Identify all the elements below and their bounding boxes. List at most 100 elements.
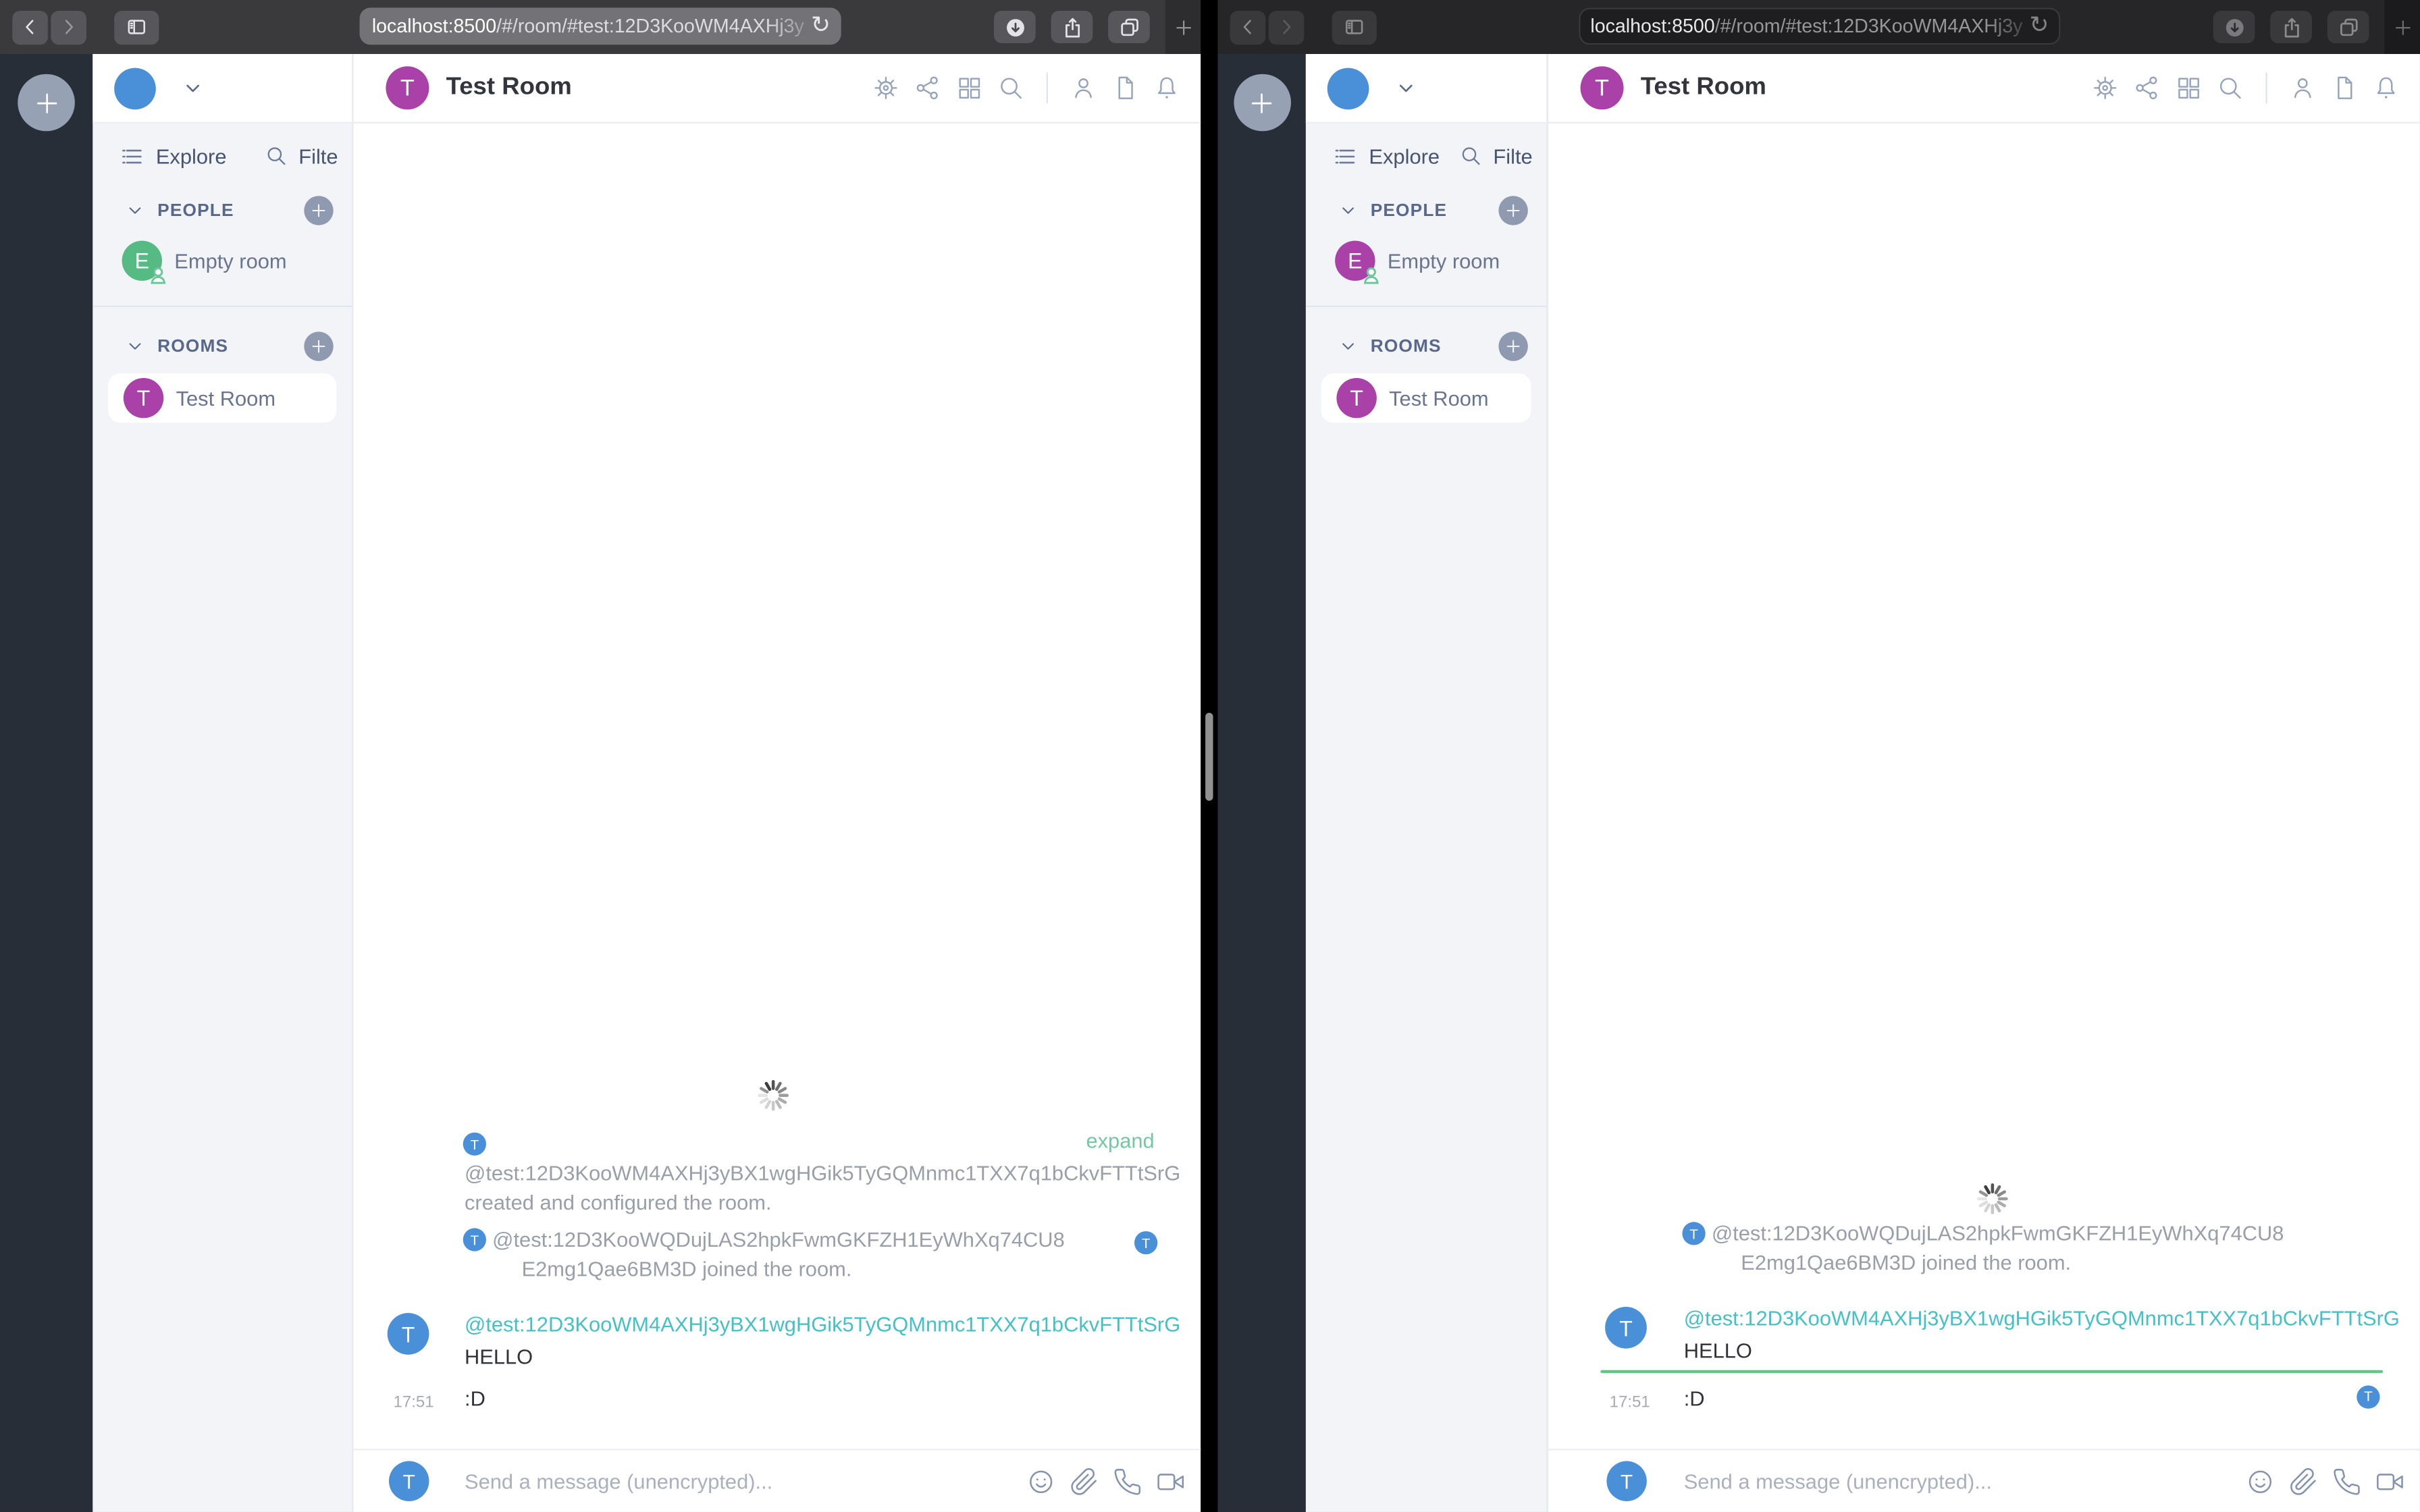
share-icon: [1064, 17, 1079, 37]
notifications-bell-icon[interactable]: [2372, 74, 2400, 102]
read-receipt-avatar[interactable]: T: [1134, 1231, 1158, 1255]
section-rooms[interactable]: ROOMS: [1306, 331, 1547, 361]
emoji-smiley-icon[interactable]: [1026, 1467, 1055, 1496]
chevron-down-icon[interactable]: [182, 77, 204, 99]
new-tab-button[interactable]: [1165, 0, 1201, 54]
filter-field[interactable]: Filte: [298, 144, 338, 167]
members-person-icon[interactable]: [2289, 74, 2317, 102]
join-event-text: @test:12D3KooWQDujLAS2hpkFwmGKFZH1EyWhXq…: [1712, 1219, 2284, 1278]
tab-overview-button[interactable]: [1108, 10, 1150, 43]
chevron-down-icon[interactable]: [126, 338, 143, 355]
explore-icon[interactable]: [1332, 142, 1359, 169]
explore-button[interactable]: Explore: [1369, 144, 1440, 167]
settings-gear-icon[interactable]: [872, 74, 899, 102]
element-app: Explore Filte PEOPLE E Empty room ROOMS …: [1217, 53, 2420, 1512]
sender-name[interactable]: @test:12D3KooWM4AXHj3yBX1wgHGik5TyGQMnmc…: [465, 1310, 1201, 1341]
sender-name[interactable]: @test:12D3KooWM4AXHj3yBX1wgHGik5TyGQMnmc…: [1684, 1303, 2420, 1334]
sidebar-toggle-button[interactable]: [1332, 9, 1377, 45]
filter-field[interactable]: Filte: [1493, 144, 1532, 167]
emoji-smiley-icon[interactable]: [2246, 1467, 2275, 1496]
room-list-item-test-room[interactable]: T Test Room: [1321, 373, 1531, 423]
scrollbar-thumb[interactable]: [1205, 712, 1213, 801]
room-avatar[interactable]: T: [1580, 66, 1624, 110]
message-composer[interactable]: T Send a message (unencrypted)...: [353, 1449, 1201, 1512]
back-button[interactable]: [1230, 9, 1266, 45]
event-avatar[interactable]: T: [1682, 1222, 1706, 1245]
files-document-icon[interactable]: [2330, 74, 2358, 102]
room-header-actions: [2091, 72, 2400, 104]
notifications-bell-icon[interactable]: [1153, 74, 1180, 102]
share-button[interactable]: [1051, 10, 1093, 43]
download-icon: [1005, 18, 1024, 36]
apps-grid-icon[interactable]: [2175, 74, 2203, 102]
room-list-item-empty-room[interactable]: E Empty room: [1306, 238, 1547, 284]
search-icon[interactable]: [2216, 74, 2244, 102]
message-composer[interactable]: T Send a message (unencrypted)...: [1548, 1449, 2420, 1512]
search-icon[interactable]: [265, 144, 290, 169]
add-people-button[interactable]: [304, 196, 334, 225]
message-hello[interactable]: T @test:12D3KooWM4AXHj3yBX1wgHGik5TyGQMn…: [353, 1310, 1201, 1374]
explore-button[interactable]: Explore: [156, 144, 227, 167]
share-button[interactable]: [2270, 10, 2312, 43]
forward-button[interactable]: [51, 9, 86, 45]
video-call-camera-icon[interactable]: [2375, 1467, 2404, 1496]
address-bar[interactable]: localhost:8500/#/room/#test:12D3KooWM4AX…: [1578, 7, 2060, 45]
add-room-button[interactable]: [304, 331, 334, 361]
event-avatar[interactable]: T: [463, 1228, 486, 1251]
expand-link[interactable]: expand: [1086, 1129, 1154, 1152]
voice-call-phone-icon[interactable]: [1113, 1467, 1142, 1496]
search-icon[interactable]: [1459, 144, 1484, 169]
section-people[interactable]: PEOPLE: [1306, 196, 1547, 225]
settings-gear-icon[interactable]: [2091, 74, 2119, 102]
message-timeline[interactable]: T expand @test:12D3KooWM4AXHj3yBX1wgHGik…: [353, 124, 1201, 1449]
plus-icon: [1506, 340, 1520, 353]
message-timeline[interactable]: T @test:12D3KooWQDujLAS2hpkFwmGKFZH1EyWh…: [1548, 124, 2420, 1449]
attachment-paperclip-icon[interactable]: [1070, 1467, 1099, 1496]
attachment-paperclip-icon[interactable]: [2289, 1467, 2318, 1496]
user-avatar[interactable]: [1327, 67, 1369, 109]
files-document-icon[interactable]: [1111, 74, 1139, 102]
back-button[interactable]: [12, 9, 48, 45]
members-person-icon[interactable]: [1070, 74, 1097, 102]
room-list-item-empty-room[interactable]: E Empty room: [93, 238, 352, 284]
explore-icon[interactable]: [119, 142, 145, 169]
section-people[interactable]: PEOPLE: [93, 196, 352, 225]
avatar-letter: E: [1348, 248, 1363, 273]
apps-grid-icon[interactable]: [955, 74, 983, 102]
new-tab-button[interactable]: [2384, 0, 2420, 54]
share-nodes-icon[interactable]: [2133, 74, 2161, 102]
video-call-camera-icon[interactable]: [1156, 1467, 1185, 1496]
add-space-button[interactable]: [1233, 74, 1290, 132]
tab-overview-button[interactable]: [2327, 10, 2369, 43]
room-list-item-test-room[interactable]: T Test Room: [107, 373, 337, 423]
room-avatar[interactable]: T: [386, 66, 429, 110]
sender-avatar[interactable]: T: [387, 1313, 429, 1355]
chevron-down-icon[interactable]: [1340, 338, 1357, 355]
chevron-down-icon[interactable]: [126, 202, 143, 219]
address-bar[interactable]: localhost:8500/#/room/#test:12D3KooWM4AX…: [359, 7, 841, 45]
search-icon[interactable]: [997, 74, 1025, 102]
share-nodes-icon[interactable]: [914, 74, 941, 102]
add-room-button[interactable]: [1498, 331, 1528, 361]
section-rooms[interactable]: ROOMS: [93, 331, 352, 361]
user-menu[interactable]: [1305, 53, 1547, 124]
user-avatar[interactable]: [114, 67, 156, 109]
event-avatar[interactable]: T: [463, 1132, 486, 1156]
read-receipt-avatar[interactable]: T: [2357, 1385, 2380, 1409]
downloads-button[interactable]: [993, 10, 1036, 43]
add-space-button[interactable]: [18, 74, 75, 132]
chevron-down-icon[interactable]: [1340, 202, 1357, 219]
message-smiley[interactable]: 17:51 :D T: [1548, 1384, 2420, 1413]
add-people-button[interactable]: [1498, 196, 1528, 225]
forward-button[interactable]: [1268, 9, 1305, 45]
user-menu[interactable]: [93, 53, 352, 124]
sidebar-toggle-button[interactable]: [114, 9, 159, 45]
chevron-down-icon[interactable]: [1395, 77, 1417, 99]
reload-icon[interactable]: ↻: [2030, 11, 2049, 38]
message-hello[interactable]: T @test:12D3KooWM4AXHj3yBX1wgHGik5TyGQMn…: [1548, 1303, 2420, 1367]
sender-avatar[interactable]: T: [1605, 1306, 1647, 1349]
downloads-button[interactable]: [2213, 10, 2255, 43]
message-smiley[interactable]: 17:51 :D: [353, 1384, 1201, 1413]
reload-icon[interactable]: ↻: [811, 11, 831, 38]
voice-call-phone-icon[interactable]: [2332, 1467, 2361, 1496]
